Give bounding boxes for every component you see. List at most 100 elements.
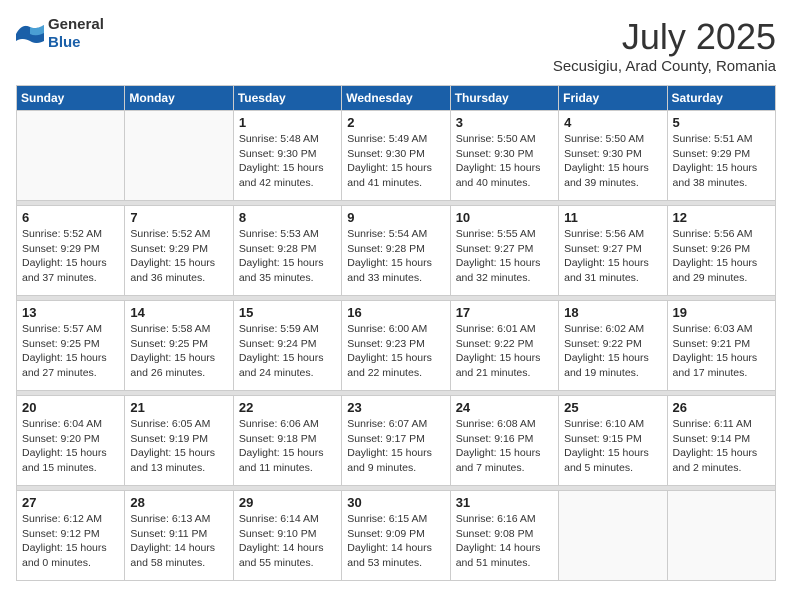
calendar-cell: 16 Sunrise: 6:00 AMSunset: 9:23 PMDayligh… [342,301,450,391]
calendar-cell: 3 Sunrise: 5:50 AMSunset: 9:30 PMDaylight… [450,111,558,201]
day-of-week-header: Thursday [450,86,558,111]
day-number: 21 [130,400,227,415]
calendar-cell: 9 Sunrise: 5:54 AMSunset: 9:28 PMDaylight… [342,206,450,296]
day-info: Sunrise: 5:55 AMSunset: 9:27 PMDaylight:… [456,227,553,286]
calendar-week-row: 20 Sunrise: 6:04 AMSunset: 9:20 PMDayligh… [17,396,776,486]
day-info: Sunrise: 5:53 AMSunset: 9:28 PMDaylight:… [239,227,336,286]
day-info: Sunrise: 6:00 AMSunset: 9:23 PMDaylight:… [347,322,444,381]
calendar-cell: 31Sunrise: 6:16 AMSunset: 9:08 PMDayligh… [450,491,558,581]
calendar-cell: 8 Sunrise: 5:53 AMSunset: 9:28 PMDaylight… [233,206,341,296]
calendar-cell: 23 Sunrise: 6:07 AMSunset: 9:17 PMDayligh… [342,396,450,486]
day-number: 28 [130,495,227,510]
calendar-cell [125,111,233,201]
day-info: Sunrise: 5:58 AMSunset: 9:25 PMDaylight:… [130,322,227,381]
calendar-cell: 7 Sunrise: 5:52 AMSunset: 9:29 PMDaylight… [125,206,233,296]
day-of-week-header: Tuesday [233,86,341,111]
calendar-cell: 22 Sunrise: 6:06 AMSunset: 9:18 PMDayligh… [233,396,341,486]
calendar-week-row: 1Sunrise: 5:48 AMSunset: 9:30 PMDaylight… [17,111,776,201]
page-header: General Blue July 2025 Secusigiu, Arad C… [16,16,776,75]
day-info: Sunrise: 5:50 AMSunset: 9:30 PMDaylight:… [564,132,661,191]
day-number: 6 [22,210,119,225]
day-info: Sunrise: 5:49 AMSunset: 9:30 PMDaylight:… [347,132,444,191]
calendar-cell: 24 Sunrise: 6:08 AMSunset: 9:16 PMDayligh… [450,396,558,486]
day-of-week-header: Friday [559,86,667,111]
day-info: Sunrise: 5:57 AMSunset: 9:25 PMDaylight:… [22,322,119,381]
day-number: 24 [456,400,553,415]
logo-text-general: General [48,16,104,33]
month-title: July 2025 [553,16,776,58]
calendar-cell: 4Sunrise: 5:50 AMSunset: 9:30 PMDaylight… [559,111,667,201]
day-info: Sunrise: 5:48 AMSunset: 9:30 PMDaylight:… [239,132,336,191]
day-info: Sunrise: 6:11 AMSunset: 9:14 PMDaylight:… [673,417,770,476]
day-info: Sunrise: 6:04 AMSunset: 9:20 PMDaylight:… [22,417,119,476]
day-info: Sunrise: 6:01 AMSunset: 9:22 PMDaylight:… [456,322,553,381]
day-info: Sunrise: 6:03 AMSunset: 9:21 PMDaylight:… [673,322,770,381]
day-number: 20 [22,400,119,415]
calendar-header-row: SundayMondayTuesdayWednesdayThursdayFrid… [17,86,776,111]
calendar-cell: 30Sunrise: 6:15 AMSunset: 9:09 PMDayligh… [342,491,450,581]
day-info: Sunrise: 5:50 AMSunset: 9:30 PMDaylight:… [456,132,553,191]
day-info: Sunrise: 6:06 AMSunset: 9:18 PMDaylight:… [239,417,336,476]
day-number: 11 [564,210,661,225]
day-number: 13 [22,305,119,320]
calendar-cell: 19Sunrise: 6:03 AMSunset: 9:21 PMDayligh… [667,301,775,391]
calendar-cell: 12Sunrise: 5:56 AMSunset: 9:26 PMDayligh… [667,206,775,296]
day-number: 9 [347,210,444,225]
calendar-cell: 25 Sunrise: 6:10 AMSunset: 9:15 PMDayligh… [559,396,667,486]
day-info: Sunrise: 6:12 AMSunset: 9:12 PMDaylight:… [22,512,119,571]
calendar-week-row: 13 Sunrise: 5:57 AMSunset: 9:25 PMDayligh… [17,301,776,391]
day-number: 8 [239,210,336,225]
day-info: Sunrise: 5:52 AMSunset: 9:29 PMDaylight:… [130,227,227,286]
day-info: Sunrise: 6:07 AMSunset: 9:17 PMDaylight:… [347,417,444,476]
day-of-week-header: Wednesday [342,86,450,111]
calendar-cell [17,111,125,201]
calendar-cell [559,491,667,581]
day-number: 12 [673,210,770,225]
day-info: Sunrise: 5:56 AMSunset: 9:27 PMDaylight:… [564,227,661,286]
day-info: Sunrise: 6:05 AMSunset: 9:19 PMDaylight:… [130,417,227,476]
calendar-cell: 11 Sunrise: 5:56 AMSunset: 9:27 PMDayligh… [559,206,667,296]
logo: General Blue [16,16,104,52]
day-number: 17 [456,305,553,320]
title-block: July 2025 Secusigiu, Arad County, Romani… [553,16,776,75]
calendar-cell: 15Sunrise: 5:59 AMSunset: 9:24 PMDayligh… [233,301,341,391]
day-info: Sunrise: 5:59 AMSunset: 9:24 PMDaylight:… [239,322,336,381]
calendar-cell: 10 Sunrise: 5:55 AMSunset: 9:27 PMDayligh… [450,206,558,296]
day-number: 7 [130,210,227,225]
calendar-cell: 5Sunrise: 5:51 AMSunset: 9:29 PMDaylight… [667,111,775,201]
day-number: 22 [239,400,336,415]
day-info: Sunrise: 5:52 AMSunset: 9:29 PMDaylight:… [22,227,119,286]
day-info: Sunrise: 6:13 AMSunset: 9:11 PMDaylight:… [130,512,227,571]
day-of-week-header: Sunday [17,86,125,111]
calendar-week-row: 27Sunrise: 6:12 AMSunset: 9:12 PMDayligh… [17,491,776,581]
logo-text-blue: Blue [48,34,81,51]
calendar-cell: 13 Sunrise: 5:57 AMSunset: 9:25 PMDayligh… [17,301,125,391]
calendar-cell: 1Sunrise: 5:48 AMSunset: 9:30 PMDaylight… [233,111,341,201]
calendar-cell: 20 Sunrise: 6:04 AMSunset: 9:20 PMDayligh… [17,396,125,486]
logo-text: General Blue [48,16,104,52]
calendar-cell: 26 Sunrise: 6:11 AMSunset: 9:14 PMDayligh… [667,396,775,486]
logo-icon [16,23,44,45]
calendar-cell: 2Sunrise: 5:49 AMSunset: 9:30 PMDaylight… [342,111,450,201]
day-number: 25 [564,400,661,415]
day-number: 29 [239,495,336,510]
calendar-cell: 28 Sunrise: 6:13 AMSunset: 9:11 PMDayligh… [125,491,233,581]
day-info: Sunrise: 6:02 AMSunset: 9:22 PMDaylight:… [564,322,661,381]
day-number: 30 [347,495,444,510]
calendar-cell [667,491,775,581]
calendar-cell: 21 Sunrise: 6:05 AMSunset: 9:19 PMDayligh… [125,396,233,486]
day-number: 3 [456,115,553,130]
day-number: 10 [456,210,553,225]
day-info: Sunrise: 6:10 AMSunset: 9:15 PMDaylight:… [564,417,661,476]
day-info: Sunrise: 5:51 AMSunset: 9:29 PMDaylight:… [673,132,770,191]
day-of-week-header: Saturday [667,86,775,111]
day-number: 14 [130,305,227,320]
day-info: Sunrise: 6:08 AMSunset: 9:16 PMDaylight:… [456,417,553,476]
day-number: 26 [673,400,770,415]
day-number: 23 [347,400,444,415]
day-number: 16 [347,305,444,320]
day-of-week-header: Monday [125,86,233,111]
day-info: Sunrise: 5:54 AMSunset: 9:28 PMDaylight:… [347,227,444,286]
calendar-table: SundayMondayTuesdayWednesdayThursdayFrid… [16,85,776,581]
calendar-cell: 18Sunrise: 6:02 AMSunset: 9:22 PMDayligh… [559,301,667,391]
